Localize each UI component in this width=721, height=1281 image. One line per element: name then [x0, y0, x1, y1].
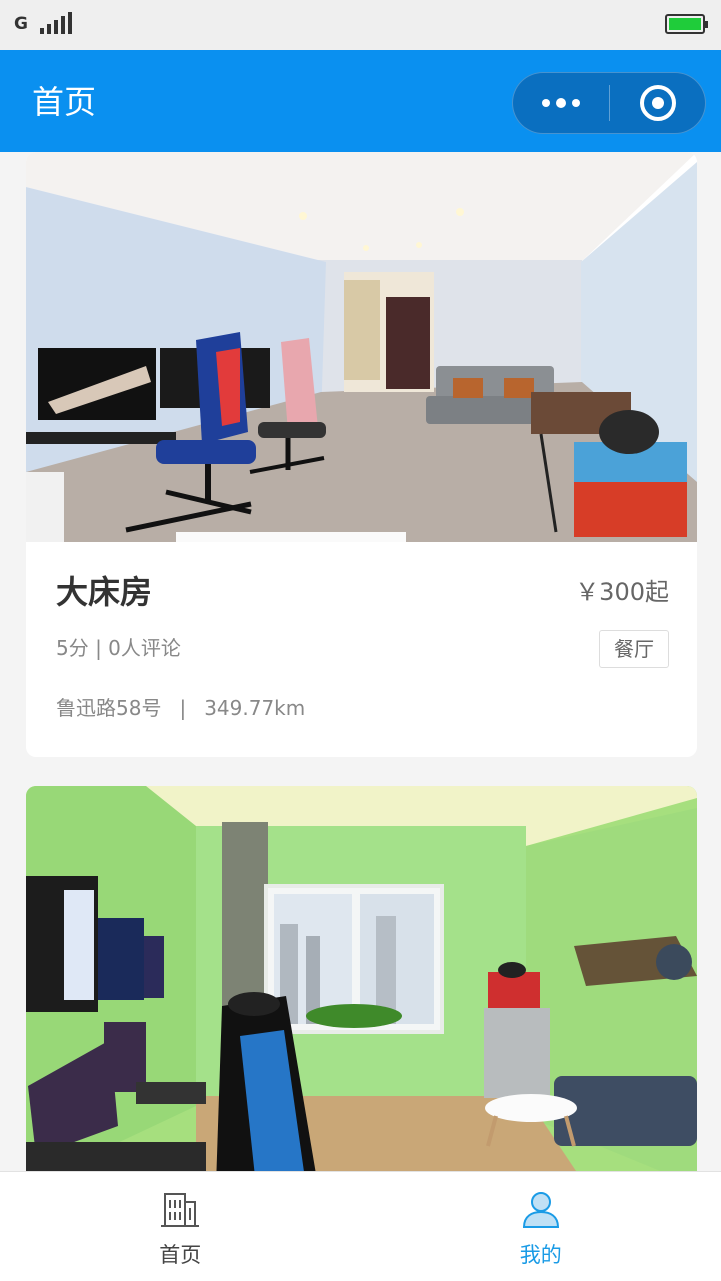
network-type-label: G	[14, 14, 28, 34]
status-left: G	[14, 12, 72, 34]
tab-mine[interactable]: 我的	[361, 1172, 721, 1281]
building-icon	[161, 1193, 200, 1227]
tab-label: 我的	[519, 1243, 562, 1267]
listing-location: 鲁迅路58号 | 349.77km	[56, 694, 305, 722]
page-title: 首页	[32, 83, 97, 121]
listing-title: 大床房	[56, 573, 153, 611]
close-button[interactable]	[610, 73, 705, 133]
room-photo-gaming-room	[26, 152, 697, 542]
listing-address: 鲁迅路58号	[56, 696, 162, 720]
mini-program-capsule	[512, 72, 706, 134]
tab-home[interactable]: 首页	[0, 1172, 361, 1281]
target-circle-icon	[639, 85, 676, 121]
more-dots-icon[interactable]	[513, 73, 609, 133]
listing-card[interactable]	[26, 786, 697, 1186]
listing-distance: 349.77km	[204, 696, 306, 720]
nav-bar: 首页	[0, 50, 721, 152]
listing-tag-badge: 餐厅	[599, 630, 669, 668]
room-photo-green-gaming-room	[26, 786, 697, 1186]
listing-rating: 5分 | 0人评论	[56, 636, 181, 660]
listing-price: ￥300起	[575, 578, 669, 606]
battery-full-icon	[665, 14, 708, 34]
listing-card[interactable]: 大床房 ￥300起 5分 | 0人评论 餐厅 鲁迅路58号 | 349.77km	[26, 152, 697, 757]
location-separator: |	[179, 696, 187, 720]
signal-bars-icon	[39, 12, 72, 34]
status-bar: G	[0, 0, 721, 50]
user-icon	[522, 1192, 559, 1228]
tab-label: 首页	[159, 1243, 202, 1267]
tab-bar: 首页 我的	[0, 1171, 721, 1281]
